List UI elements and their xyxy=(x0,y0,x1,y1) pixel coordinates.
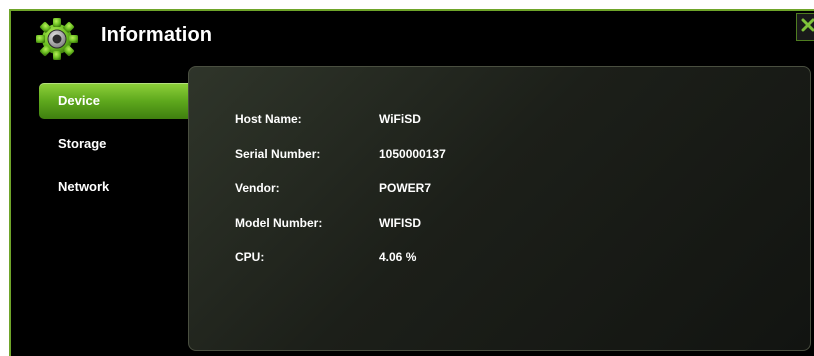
page-title: Information xyxy=(101,24,213,46)
info-label: Vendor: xyxy=(235,181,280,196)
info-label: Serial Number: xyxy=(235,146,321,161)
info-row-host-name: Host Name: WiFiSD xyxy=(235,102,579,137)
sidebar-item-label: Storage xyxy=(58,136,107,151)
sidebar-item-label: Network xyxy=(58,179,110,194)
sidebar: Device Storage Network xyxy=(39,83,199,212)
header: Information xyxy=(11,11,814,63)
info-row-serial-number: Serial Number: 1050000137 xyxy=(235,137,579,172)
device-info-panel: Host Name: WiFiSD Serial Number: 1050000… xyxy=(188,66,811,351)
info-label: CPU: xyxy=(235,250,265,265)
info-label: Model Number: xyxy=(235,215,323,230)
info-value: 4.06 % xyxy=(379,250,417,265)
device-info-table: Host Name: WiFiSD Serial Number: 1050000… xyxy=(235,102,579,275)
info-row-vendor: Vendor: POWER7 xyxy=(235,171,579,206)
sidebar-item-device[interactable]: Device xyxy=(39,83,199,119)
info-value: WiFiSD xyxy=(379,112,421,127)
sidebar-item-storage[interactable]: Storage xyxy=(39,126,199,162)
close-icon xyxy=(801,18,814,37)
gear-icon xyxy=(33,15,81,63)
close-button[interactable] xyxy=(796,13,814,41)
info-row-model-number: Model Number: WIFISD xyxy=(235,206,579,241)
information-window: Information Device Storage Network Host … xyxy=(9,9,814,356)
info-row-cpu: CPU: 4.06 % xyxy=(235,240,579,275)
sidebar-item-label: Device xyxy=(58,93,100,108)
info-value: 1050000137 xyxy=(379,146,446,161)
info-label: Host Name: xyxy=(235,112,302,127)
info-value: POWER7 xyxy=(379,181,432,196)
info-value: WIFISD xyxy=(379,215,421,230)
sidebar-item-network[interactable]: Network xyxy=(39,169,199,205)
